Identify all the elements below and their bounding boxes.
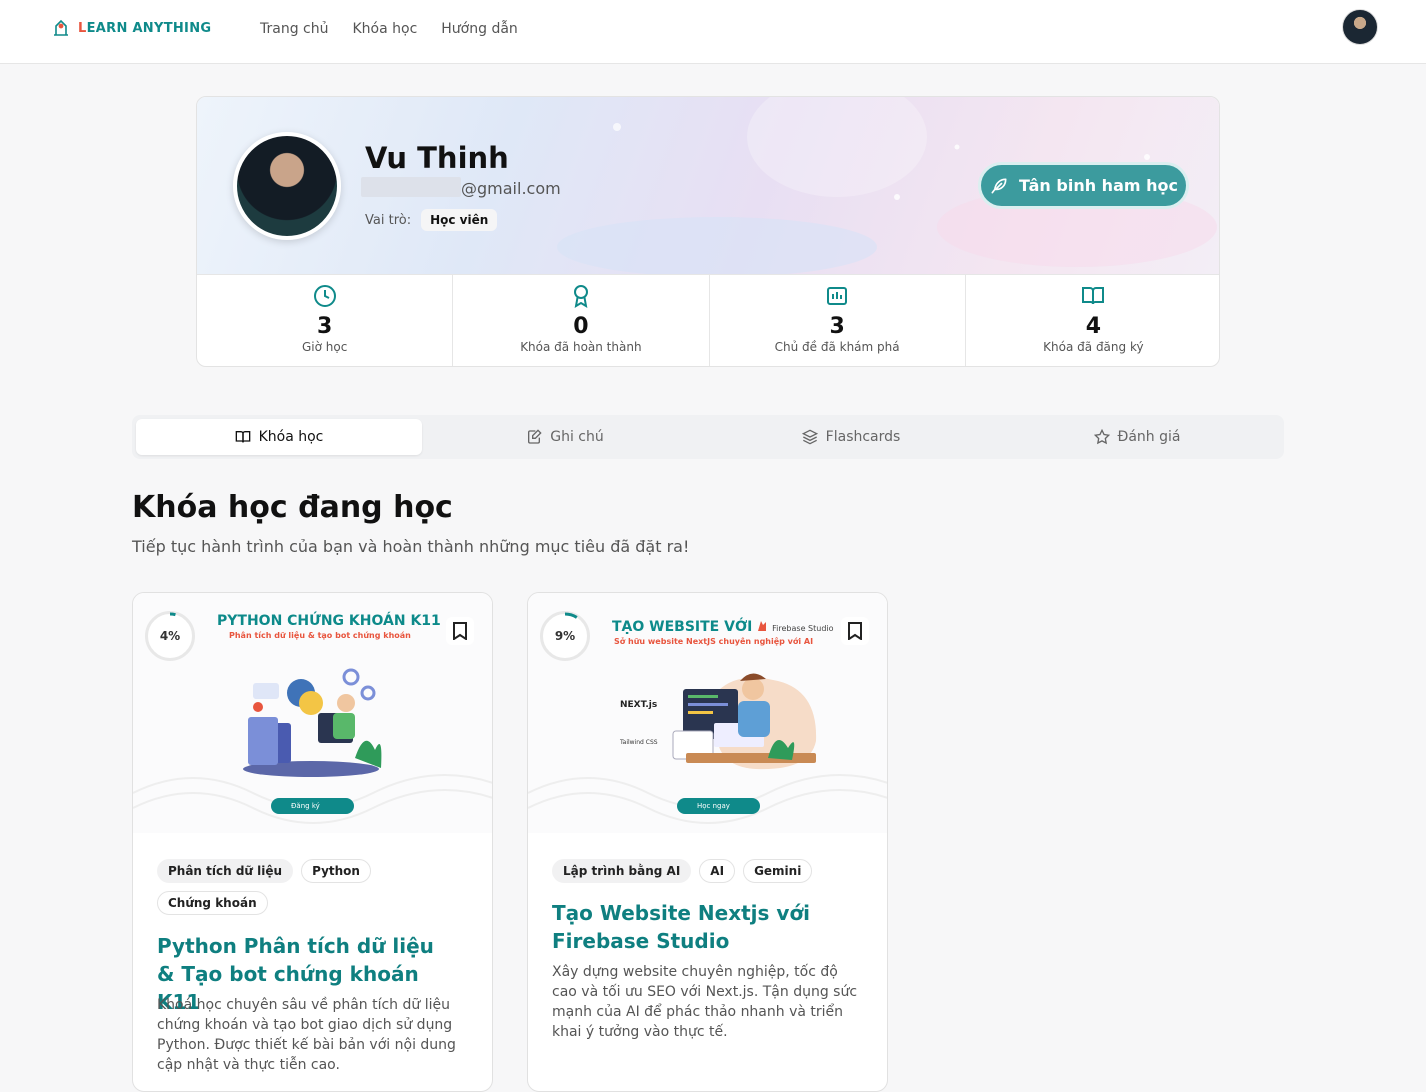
thumbnail-title: TẠO WEBSITE VỚI Firebase Studio	[612, 619, 834, 635]
progress-ring: 4%	[145, 611, 195, 661]
nextjs-logo-text: NEXT.js	[620, 700, 658, 710]
stat-enrolled: 4 Khóa đã đăng ký	[966, 275, 1219, 366]
course-tag[interactable]: Chứng khoán	[157, 891, 268, 915]
role-badge: Học viên	[421, 209, 498, 231]
bookmark-button[interactable]	[841, 617, 869, 645]
logo-icon	[54, 19, 68, 36]
nav-link-home[interactable]: Trang chủ	[260, 21, 328, 37]
section-subtitle: Tiếp tục hành trình của bạn và hoàn thàn…	[132, 537, 690, 556]
tab-reviews[interactable]: Đánh giá	[994, 419, 1280, 455]
firebase-flame-icon	[758, 621, 767, 631]
award-icon	[573, 285, 588, 308]
tab-label: Flashcards	[825, 429, 901, 445]
progress-ring: 9%	[540, 611, 590, 661]
course-tag[interactable]: Python	[301, 859, 371, 883]
course-description: Xây dựng website chuyên nghiệp, tốc độ c…	[552, 964, 858, 1040]
bookmark-button[interactable]	[446, 617, 474, 645]
clock-icon	[313, 285, 336, 307]
nav-links: Trang chủ Khóa học Hướng dẫn	[260, 21, 518, 37]
stat-hours: 3 Giờ học	[197, 275, 454, 366]
course-thumbnail[interactable]: 4% PYTHON CHỨNG KHOÁN K11 Phân tích dữ l…	[133, 593, 492, 833]
thumbnail-cta: Đăng ký	[271, 798, 354, 814]
tab-courses[interactable]: Khóa học	[136, 419, 422, 455]
thumbnail-subtitle: Phân tích dữ liệu & tạo bot chứng khoán	[229, 631, 411, 640]
star-icon	[1093, 429, 1110, 445]
course-card[interactable]: 9% TẠO WEBSITE VỚI Firebase Studio Sở hữ…	[527, 592, 888, 1092]
tailwind-logo-text: Tailwind CSS	[620, 739, 658, 746]
stat-value: 4	[1085, 314, 1102, 339]
note-edit-icon	[528, 429, 542, 444]
layers-icon	[801, 429, 818, 445]
course-tag[interactable]: Phân tích dữ liệu	[157, 859, 294, 883]
rank-button-label: Tân binh ham học	[1019, 176, 1178, 195]
rank-button[interactable]: Tân binh ham học	[981, 165, 1186, 206]
email-redacted	[361, 177, 461, 197]
stat-label: Giờ học	[301, 340, 348, 354]
feather-icon	[991, 178, 1007, 193]
course-tags: Phân tích dữ liệu Python Chứng khoán	[157, 859, 477, 915]
stat-topics: 3 Chủ đề đã khám phá	[710, 275, 966, 366]
profile-email: @gmail.com	[461, 179, 561, 198]
tab-label: Đánh giá	[1117, 429, 1181, 445]
stats-row: 3 Giờ học 0 Khóa đã hoàn thành 3 Chủ đề …	[197, 274, 1219, 366]
stat-label: Chủ đề đã khám phá	[774, 340, 900, 354]
profile-name: Vu Thinh	[365, 141, 509, 175]
tab-notes[interactable]: Ghi chú	[422, 419, 708, 455]
logo[interactable]: LEARN ANYTHING	[50, 17, 211, 39]
thumbnail-cta: Học ngay	[677, 798, 760, 814]
profile-role: Vai trò: Học viên	[365, 209, 498, 231]
stat-value: 3	[829, 314, 845, 339]
section-title: Khóa học đang học	[132, 490, 453, 525]
role-label: Vai trò:	[365, 212, 412, 228]
profile-avatar	[233, 132, 341, 240]
stat-completed: 0 Khóa đã hoàn thành	[453, 275, 710, 366]
nav-link-guide[interactable]: Hướng dẫn	[441, 21, 518, 37]
tab-label: Ghi chú	[550, 429, 604, 445]
course-description: Khoá học chuyên sâu về phân tích dữ liệu…	[157, 997, 456, 1073]
stat-label: Khóa đã hoàn thành	[520, 340, 642, 354]
book-open-icon	[235, 431, 250, 443]
profile-banner: Vu Thinh @gmail.com Vai trò: Học viên Tâ…	[197, 97, 1219, 274]
thumbnail-subtitle: Sở hữu website NextJS chuyên nghiệp với …	[614, 637, 814, 646]
bookmark-icon	[453, 622, 467, 640]
stat-value: 3	[316, 314, 333, 339]
course-tag[interactable]: Gemini	[743, 859, 813, 883]
course-title[interactable]: Tạo Website Nextjs với Firebase Studio	[552, 899, 852, 955]
stat-value: 0	[573, 314, 589, 339]
progress-arc	[146, 612, 194, 660]
progress-arc	[541, 612, 589, 660]
logo-text: LEARN ANYTHING	[78, 20, 212, 36]
course-thumbnail[interactable]: 9% TẠO WEBSITE VỚI Firebase Studio Sở hữ…	[528, 593, 887, 833]
thumbnail-brand: Firebase Studio	[772, 624, 834, 633]
user-avatar[interactable]	[1342, 9, 1378, 45]
course-tags: Lập trình bằng AI AI Gemini	[552, 859, 872, 883]
profile-tabs: Khóa học Ghi chú Flashcards Đánh giá	[132, 415, 1284, 459]
stat-label: Khóa đã đăng ký	[1043, 340, 1144, 354]
chart-icon	[827, 287, 848, 305]
course-tag[interactable]: Lập trình bằng AI	[552, 859, 692, 883]
course-tag[interactable]: AI	[699, 859, 736, 883]
tab-label: Khóa học	[258, 429, 324, 445]
profile-card: Vu Thinh @gmail.com Vai trò: Học viên Tâ…	[196, 96, 1220, 367]
course-card[interactable]: 4% PYTHON CHỨNG KHOÁN K11 Phân tích dữ l…	[132, 592, 493, 1092]
top-navbar: LEARN ANYTHING Trang chủ Khóa học Hướng …	[0, 0, 1426, 64]
bookmark-icon	[848, 622, 862, 640]
tab-flashcards[interactable]: Flashcards	[708, 419, 994, 455]
nav-link-courses[interactable]: Khóa học	[352, 21, 417, 37]
thumbnail-title: PYTHON CHỨNG KHOÁN K11	[217, 613, 441, 629]
book-open-icon	[1082, 287, 1105, 305]
